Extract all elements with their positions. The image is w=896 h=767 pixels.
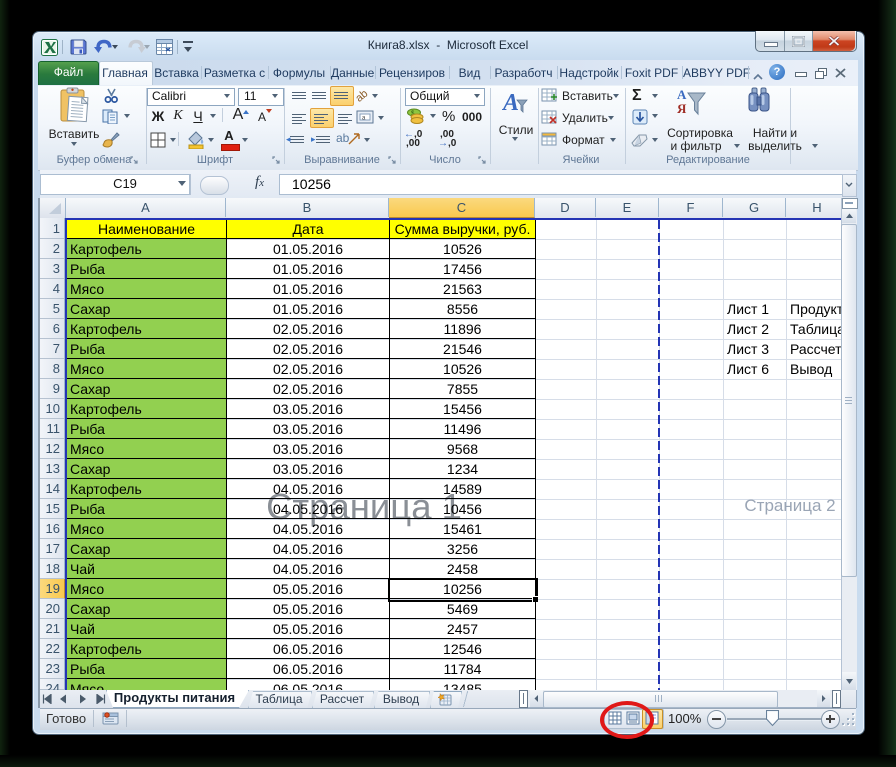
svg-text:А: А xyxy=(677,87,687,102)
svg-text:A: A xyxy=(502,90,519,116)
svg-text:Я: Я xyxy=(677,101,687,116)
